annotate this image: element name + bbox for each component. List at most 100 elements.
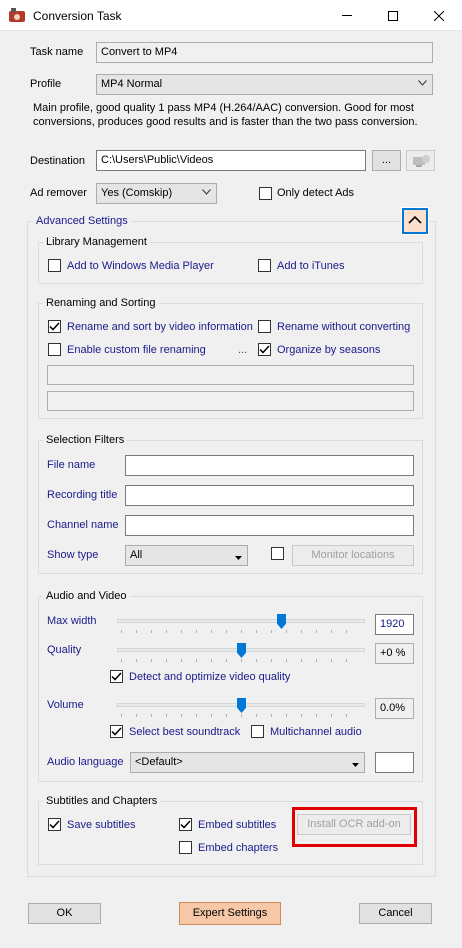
detect-optimize-label: Detect and optimize video quality	[129, 671, 291, 683]
chevron-down-icon	[418, 79, 427, 88]
renaming-sorting-title: Renaming and Sorting	[43, 297, 159, 309]
add-itunes-label: Add to iTunes	[277, 260, 345, 272]
close-icon[interactable]	[416, 0, 462, 31]
show-type-value: All	[130, 549, 143, 561]
only-detect-ads-label: Only detect Ads	[277, 187, 355, 199]
browse-button[interactable]: ...	[372, 150, 401, 171]
slider-thumb[interactable]	[237, 698, 246, 713]
network-drive-icon	[411, 155, 431, 171]
embed-subtitles-label: Embed subtitles	[198, 819, 277, 831]
embed-chapters-label: Embed chapters	[198, 842, 279, 854]
window-title: Conversion Task	[33, 9, 122, 23]
dropdown-arrow-icon	[352, 760, 359, 769]
ad-remover-dropdown[interactable]: Yes (Comskip)	[96, 183, 217, 204]
show-type-label: Show type	[47, 549, 99, 561]
ad-remover-label: Ad remover	[30, 187, 87, 199]
detect-optimize-checkbox[interactable]	[110, 670, 123, 683]
add-itunes-checkbox[interactable]	[258, 259, 271, 272]
file-name-input[interactable]	[125, 455, 414, 476]
channel-name-input[interactable]	[125, 515, 414, 536]
task-name-field[interactable]: Convert to MP4	[96, 42, 433, 63]
add-wmp-label: Add to Windows Media Player	[67, 260, 214, 272]
save-subtitles-checkbox[interactable]	[48, 818, 61, 831]
slider-thumb[interactable]	[237, 643, 246, 658]
rename-without-converting-label: Rename without converting	[277, 321, 411, 333]
best-soundtrack-label: Select best soundtrack	[129, 726, 241, 738]
network-browse-button[interactable]	[406, 150, 435, 171]
max-width-label: Max width	[47, 615, 97, 627]
checkmark-icon	[111, 672, 122, 681]
selection-filters-title: Selection Filters	[43, 434, 128, 446]
chevron-down-icon	[202, 188, 211, 197]
slider-ticks	[121, 630, 361, 633]
audio-language-value: <Default>	[135, 756, 183, 768]
task-name-label: Task name	[30, 46, 84, 58]
ad-remover-value: Yes (Comskip)	[101, 187, 173, 199]
custom-renaming-checkbox[interactable]	[48, 343, 61, 356]
only-detect-ads-checkbox[interactable]	[259, 187, 272, 200]
slider-track	[117, 619, 365, 623]
advanced-settings-label: Advanced Settings	[33, 215, 131, 227]
slider-ticks	[121, 659, 361, 662]
add-wmp-checkbox[interactable]	[48, 259, 61, 272]
multichannel-checkbox[interactable]	[251, 725, 264, 738]
file-name-label: File name	[47, 459, 96, 471]
custom-renaming-label: Enable custom file renaming	[67, 344, 206, 356]
quality-label: Quality	[47, 644, 82, 656]
title-bar: Conversion Task	[0, 0, 462, 31]
volume-label: Volume	[47, 699, 84, 711]
quality-value: +0 %	[375, 643, 414, 664]
monitor-locations-button[interactable]: Monitor locations	[292, 545, 414, 566]
profile-label: Profile	[30, 78, 62, 90]
rename-sort-checkbox[interactable]	[48, 320, 61, 333]
ok-button[interactable]: OK	[28, 903, 101, 924]
app-icon	[9, 8, 25, 22]
slider-thumb[interactable]	[277, 614, 286, 629]
profile-dropdown[interactable]: MP4 Normal	[96, 74, 433, 95]
organize-seasons-checkbox[interactable]	[258, 343, 271, 356]
recording-title-input[interactable]	[125, 485, 414, 506]
collapse-advanced-button[interactable]	[402, 208, 428, 234]
checkmark-icon	[49, 820, 60, 829]
channel-name-label: Channel name	[47, 519, 119, 531]
library-management-title: Library Management	[43, 236, 150, 248]
profile-value: MP4 Normal	[101, 78, 163, 90]
profile-description: Main profile, good quality 1 pass MP4 (H…	[33, 102, 418, 128]
checkmark-icon	[180, 820, 191, 829]
recording-title-label: Recording title	[47, 489, 118, 501]
organize-seasons-label: Organize by seasons	[277, 344, 381, 356]
slider-ticks	[121, 714, 361, 717]
audio-language-label: Audio language	[47, 756, 124, 768]
custom-rename-pattern-field[interactable]	[47, 365, 414, 385]
subtitles-chapters-title: Subtitles and Chapters	[43, 795, 161, 807]
max-width-slider[interactable]	[117, 612, 365, 634]
destination-field[interactable]: C:\Users\Public\Videos	[96, 150, 366, 171]
show-type-dropdown[interactable]: All	[125, 545, 248, 566]
minimize-icon[interactable]	[324, 0, 370, 31]
save-subtitles-label: Save subtitles	[67, 819, 136, 831]
checkmark-icon	[111, 727, 122, 736]
monitor-locations-checkbox[interactable]	[271, 547, 284, 560]
max-width-value[interactable]: 1920	[375, 614, 414, 635]
embed-chapters-checkbox[interactable]	[179, 841, 192, 854]
custom-renaming-options-link[interactable]: ...	[238, 344, 247, 356]
quality-slider[interactable]	[117, 641, 365, 663]
dropdown-arrow-icon	[235, 553, 242, 562]
custom-rename-pattern-field-2[interactable]	[47, 391, 414, 411]
audio-language-code-input[interactable]	[375, 752, 414, 773]
volume-slider[interactable]	[117, 696, 365, 718]
highlight-box	[292, 807, 417, 847]
checkmark-icon	[49, 322, 60, 331]
rename-sort-label: Rename and sort by video information	[67, 321, 253, 333]
maximize-icon[interactable]	[370, 0, 416, 31]
rename-without-converting-checkbox[interactable]	[258, 320, 271, 333]
audio-video-title: Audio and Video	[43, 590, 130, 602]
embed-subtitles-checkbox[interactable]	[179, 818, 192, 831]
expert-settings-button[interactable]: Expert Settings	[179, 902, 281, 925]
best-soundtrack-checkbox[interactable]	[110, 725, 123, 738]
chevron-up-icon	[408, 215, 422, 227]
audio-language-dropdown[interactable]: <Default>	[130, 752, 365, 773]
destination-label: Destination	[30, 155, 86, 167]
multichannel-label: Multichannel audio	[270, 726, 362, 738]
cancel-button[interactable]: Cancel	[359, 903, 432, 924]
